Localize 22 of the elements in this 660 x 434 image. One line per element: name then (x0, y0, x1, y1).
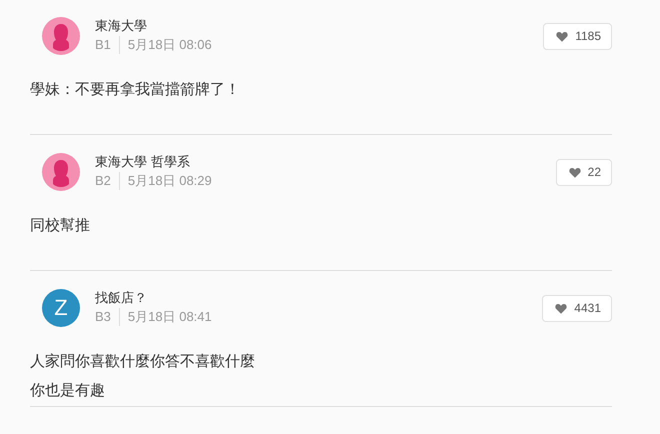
heart-icon (555, 302, 568, 314)
floor-number: B2 (95, 172, 120, 190)
heart-icon (556, 30, 568, 42)
author-name: 東海大學 (95, 18, 148, 36)
like-button[interactable]: 1185 (543, 22, 612, 50)
avatar-silhouette-icon (42, 153, 80, 191)
author-name: 東海大學 哲學系 (95, 154, 192, 172)
floor-number: B1 (95, 36, 120, 54)
comment-text: 同校幫推 (30, 215, 90, 236)
comment-text: 學妹：不要再拿我當擋箭牌了！ (30, 79, 240, 100)
like-button[interactable]: 4431 (542, 294, 612, 322)
heart-icon (568, 166, 581, 178)
avatar-silhouette-icon (42, 17, 80, 55)
author-name: 找飯店？ (95, 290, 148, 308)
floor-number: B3 (95, 308, 120, 326)
post-time: 5月18日 08:41 (128, 308, 212, 326)
avatar-letter: Z (42, 289, 80, 327)
comment-text: 你也是有趣 (30, 380, 105, 401)
comment-text: 人家問你喜歡什麼你答不喜歡什麼 (30, 351, 255, 372)
post-time: 5月18日 08:29 (128, 172, 212, 190)
post-time: 5月18日 08:06 (128, 36, 212, 54)
like-button[interactable]: 22 (556, 158, 612, 186)
